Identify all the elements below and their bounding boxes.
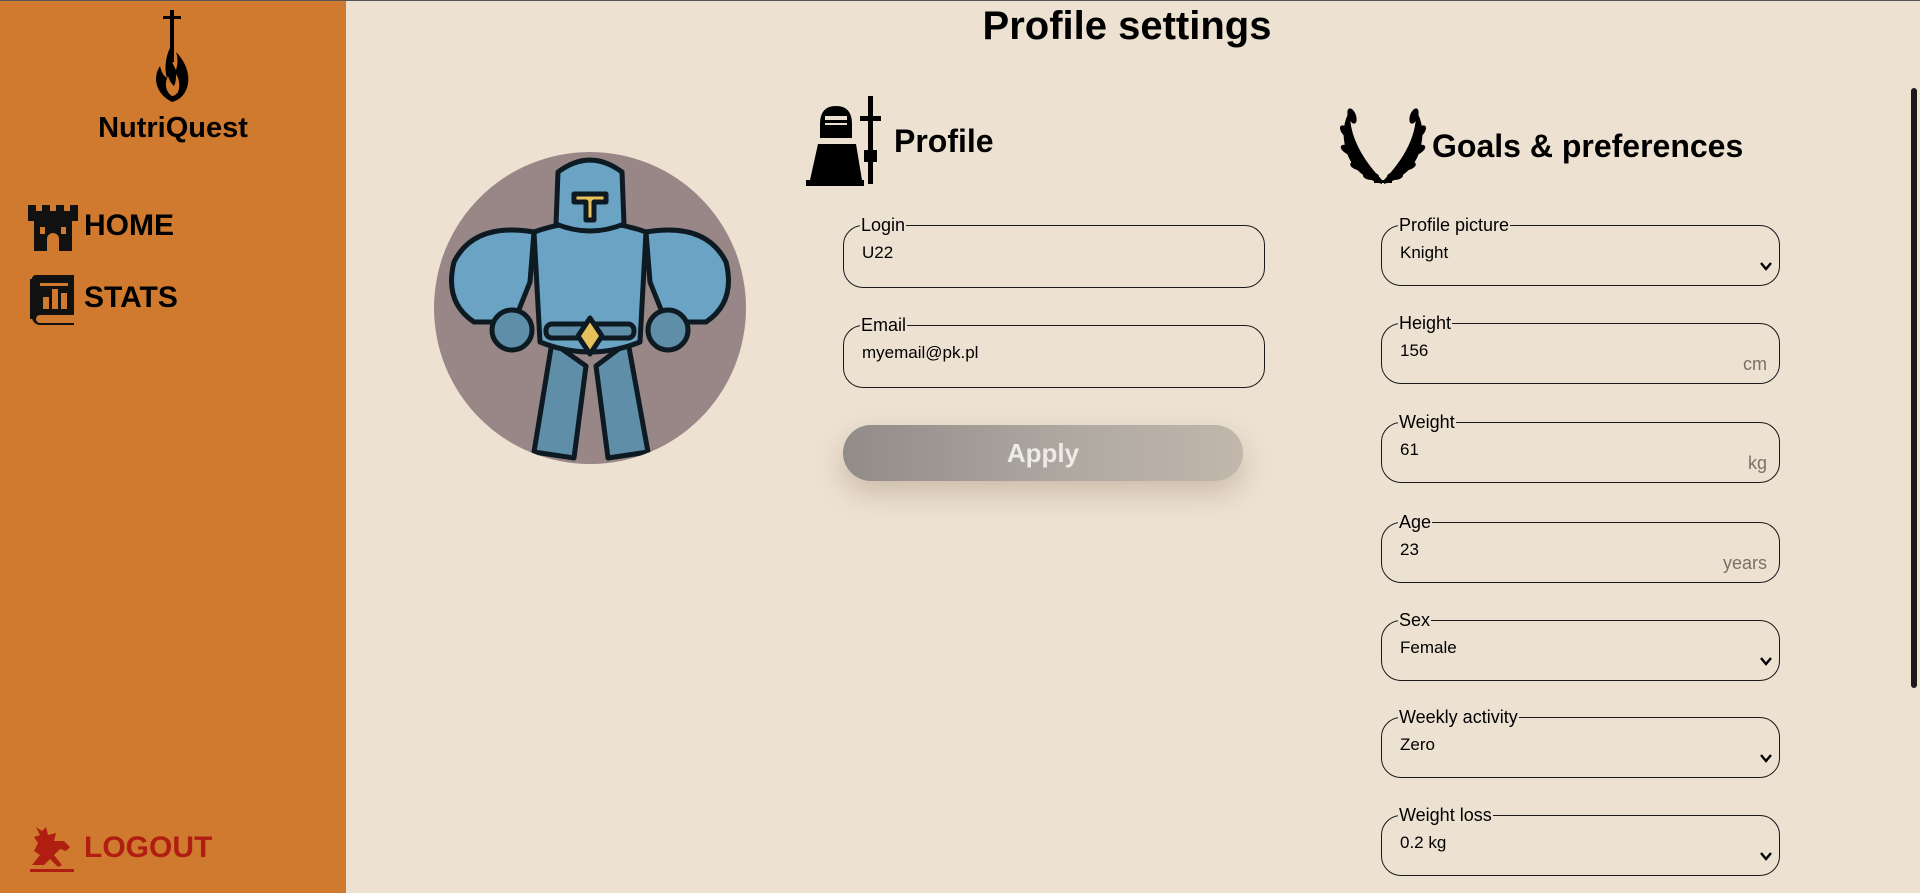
weekly-activity-label: Weekly activity — [1399, 707, 1518, 727]
scrollbar-thumb[interactable] — [1911, 88, 1917, 688]
profile-picture-label: Profile picture — [1399, 215, 1510, 235]
weight-value[interactable]: 61 — [1400, 440, 1761, 460]
goals-heading-text: Goals & preferences — [1432, 127, 1744, 164]
knight-avatar-image — [449, 157, 731, 461]
weekly-activity-value: Zero — [1400, 735, 1435, 754]
chevron-down-icon — [1760, 262, 1772, 271]
profile-picture-value: Knight — [1400, 243, 1449, 262]
sex-label: Sex — [1399, 610, 1431, 630]
chevron-down-icon — [1760, 657, 1772, 666]
login-label: Login — [861, 215, 906, 235]
castle-icon — [28, 205, 78, 251]
chevron-down-icon — [1760, 754, 1772, 763]
avatar[interactable] — [434, 152, 746, 464]
weight-loss-select[interactable]: Weight loss 0.2 kg — [1381, 806, 1780, 876]
page-title: Profile settings — [982, 4, 1272, 48]
email-label: Email — [861, 315, 907, 335]
weight-field[interactable]: Weight 61 kg — [1381, 413, 1780, 483]
sex-select[interactable]: Sex Female — [1381, 611, 1780, 681]
nav-item-stats[interactable]: STATS — [26, 271, 178, 325]
height-value[interactable]: 156 — [1400, 341, 1761, 361]
stats-book-icon — [30, 275, 74, 325]
logout-button[interactable]: LOGOUT — [26, 821, 212, 875]
chevron-down-icon — [1760, 852, 1772, 861]
email-value[interactable]: myemail@pk.pl — [862, 343, 1246, 363]
brand-name: NutriQuest — [98, 112, 248, 144]
profile-section-heading: Profile — [806, 94, 994, 188]
age-unit: years — [1722, 553, 1767, 573]
top-border — [0, 0, 1920, 1]
nav-label-home: HOME — [84, 209, 174, 242]
weight-unit: kg — [1747, 453, 1767, 473]
profile-heading-text: Profile — [894, 122, 994, 159]
page-scrollbar[interactable] — [1908, 0, 1920, 893]
sword-flame-icon — [156, 10, 189, 102]
age-value[interactable]: 23 — [1400, 540, 1761, 560]
weight-loss-value: 0.2 kg — [1400, 833, 1447, 852]
knight-horse-icon — [30, 827, 74, 872]
weekly-activity-select[interactable]: Weekly activity Zero — [1381, 708, 1780, 778]
height-unit: cm — [1743, 354, 1767, 374]
login-field[interactable]: Login U22 — [843, 216, 1265, 288]
height-label: Height — [1399, 313, 1452, 333]
weight-loss-label: Weight loss — [1399, 805, 1492, 825]
goals-section-heading: Goals & preferences — [1338, 104, 1743, 188]
profile-picture-select[interactable]: Profile picture Knight — [1381, 216, 1780, 286]
nav-label-logout: LOGOUT — [84, 831, 213, 864]
laurel-wreath-icon — [1340, 108, 1426, 184]
knight-helmet-sword-icon — [806, 96, 881, 186]
nav-item-home[interactable]: HOME — [26, 199, 174, 253]
nav-label-stats: STATS — [84, 281, 178, 314]
email-field[interactable]: Email myemail@pk.pl — [843, 316, 1265, 388]
height-field[interactable]: Height 156 cm — [1381, 314, 1780, 384]
login-value[interactable]: U22 — [862, 243, 1246, 263]
weight-label: Weight — [1399, 412, 1455, 432]
sex-value: Female — [1400, 638, 1457, 657]
apply-button[interactable]: Apply — [843, 425, 1243, 481]
sidebar: NutriQuest HOME STATS LOGOUT — [0, 0, 346, 893]
age-field[interactable]: Age 23 years — [1381, 513, 1780, 583]
age-label: Age — [1399, 512, 1432, 532]
